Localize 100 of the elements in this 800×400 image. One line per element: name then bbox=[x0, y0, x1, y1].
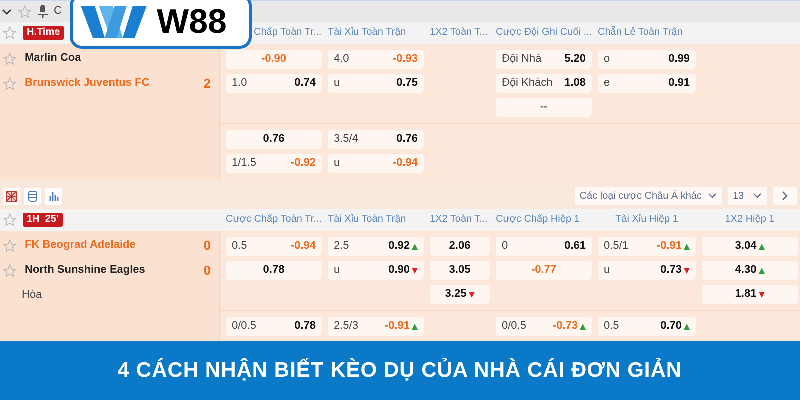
odds-value: 0.76 bbox=[263, 132, 285, 148]
handicap-line: e bbox=[604, 76, 610, 92]
odds-cell[interactable]: 1.81 bbox=[702, 285, 798, 304]
odds-cell[interactable]: Đội Nhà 5.20 bbox=[496, 50, 592, 69]
star-icon[interactable] bbox=[3, 213, 17, 227]
handicap-line: 0.5 bbox=[604, 319, 620, 334]
column-header: Tài Xỉu Hiệp 1 bbox=[614, 213, 680, 227]
logo-text: W88 bbox=[157, 4, 227, 38]
team-name: FK Beograd Adelaide bbox=[25, 238, 137, 254]
handicap-line: 2.5/3 bbox=[334, 319, 358, 334]
column-header: Chấp Toàn Tr... bbox=[253, 26, 322, 40]
odds-value: 0.99 bbox=[668, 52, 690, 68]
count-dropdown[interactable]: 13 bbox=[728, 187, 767, 205]
odds-value: 3.25 bbox=[445, 287, 467, 302]
next-button[interactable] bbox=[773, 187, 797, 205]
handicap-line: o bbox=[604, 52, 610, 68]
odds-cell[interactable]: 0.5/1 -0.91 bbox=[598, 237, 696, 256]
odds-value: -0.93 bbox=[392, 52, 418, 68]
column-header: 1X2 Toàn T... bbox=[430, 213, 490, 227]
list-view-icon[interactable] bbox=[24, 188, 41, 204]
odds-value: -- bbox=[540, 100, 548, 116]
odds-value: 0.70 bbox=[660, 319, 682, 334]
team-name: Marlin Coa bbox=[25, 51, 82, 66]
odds-value: 0.61 bbox=[564, 239, 586, 254]
column-header: Tài Xỉu Toàn Trận bbox=[328, 213, 408, 227]
star-icon[interactable] bbox=[3, 238, 17, 252]
odds-value: -0.73 bbox=[552, 319, 578, 334]
handicap-line: 0/0.5 bbox=[232, 319, 256, 334]
column-header: Cược Đội Ghi Cuối ... bbox=[496, 26, 592, 40]
odds-value: 4.30 bbox=[735, 263, 757, 278]
odds-value: 0.92 bbox=[388, 239, 410, 254]
handicap-line: 0/0.5 bbox=[502, 319, 526, 334]
odds-value: 0.75 bbox=[396, 76, 418, 92]
odds-cell[interactable]: u 0.73 bbox=[598, 261, 696, 280]
chevron-down-icon bbox=[708, 193, 717, 199]
odds-cell[interactable]: Đội Khách 1.08 bbox=[496, 74, 592, 93]
odds-cell[interactable]: 0/0.5 -0.73 bbox=[496, 317, 592, 336]
odds-value: -0.91 bbox=[656, 239, 682, 254]
odds-cell[interactable]: 4.0 -0.93 bbox=[328, 50, 424, 69]
team-score: 0 bbox=[204, 262, 211, 280]
odds-cell[interactable]: 2.06 bbox=[430, 237, 490, 256]
column-header: Tài Xỉu Toàn Trận bbox=[328, 26, 408, 40]
star-icon[interactable] bbox=[3, 264, 17, 278]
match-time-badge: H.Time bbox=[23, 26, 64, 40]
odds-cell[interactable]: o 0.99 bbox=[598, 50, 696, 69]
odds-cell[interactable]: u 0.75 bbox=[328, 74, 424, 93]
grid-view-icon[interactable] bbox=[3, 188, 20, 204]
odds-cell[interactable]: 3.05 bbox=[430, 261, 490, 280]
odds-cell[interactable]: u 0.90 bbox=[328, 261, 424, 280]
bet-type-dropdown[interactable]: Các loại cược Châu Á khác bbox=[574, 187, 722, 205]
column-header: 1X2 Toàn T... bbox=[430, 26, 490, 40]
odds-cell[interactable]: 0/0.5 0.78 bbox=[226, 317, 322, 336]
odds-value: 3.04 bbox=[735, 239, 757, 254]
handicap-line: 0.5 bbox=[232, 239, 248, 254]
star-icon[interactable] bbox=[3, 52, 17, 66]
odds-cell[interactable]: 0.78 bbox=[226, 261, 322, 280]
odds-value: 0.90 bbox=[388, 263, 410, 278]
odds-value: 0.78 bbox=[263, 263, 285, 278]
bar-chart-icon[interactable] bbox=[45, 188, 62, 204]
pin-icon[interactable] bbox=[38, 5, 48, 18]
odds-value: -0.92 bbox=[290, 156, 316, 172]
team-score: 2 bbox=[204, 74, 211, 93]
odds-value: -0.90 bbox=[261, 52, 287, 68]
odds-cell[interactable]: e 0.91 bbox=[598, 74, 696, 93]
odds-value: 1.08 bbox=[564, 76, 586, 92]
odds-value: -0.77 bbox=[531, 263, 557, 278]
column-header: Chẵn Lẻ Toàn Trận bbox=[598, 26, 684, 40]
odds-value: 0.78 bbox=[294, 319, 316, 334]
odds-cell[interactable]: 0.5 -0.94 bbox=[226, 237, 322, 256]
odds-cell[interactable]: 2.5/3 -0.91 bbox=[328, 317, 424, 336]
odds-value: 1.81 bbox=[735, 287, 757, 302]
team-name: North Sunshine Eagles bbox=[25, 263, 146, 278]
odds-cell[interactable]: 1.0 0.74 bbox=[226, 74, 322, 93]
team-name: Brunswick Juventus FC bbox=[25, 76, 151, 92]
handicap-line: u bbox=[334, 76, 340, 92]
handicap-line: u bbox=[334, 263, 340, 278]
team-score: 0 bbox=[204, 236, 211, 255]
odds-cell[interactable]: 3.25 bbox=[430, 285, 490, 304]
odds-cell[interactable]: 4.30 bbox=[702, 261, 798, 280]
odds-cell[interactable]: 3.5/4 0.76 bbox=[328, 130, 424, 149]
handicap-line: 1/1.5 bbox=[232, 156, 256, 172]
odds-value: 5.20 bbox=[564, 52, 586, 68]
handicap-line: 0.5/1 bbox=[604, 239, 628, 254]
banner-title: 4 CÁCH NHẬN BIẾT KÈO DỤ CỦA NHÀ CÁI ĐƠN GIẢN bbox=[118, 357, 682, 384]
handicap-line: 2.5 bbox=[334, 239, 350, 254]
odds-cell[interactable]: u -0.94 bbox=[328, 154, 424, 173]
star-icon[interactable] bbox=[3, 26, 17, 40]
odds-cell[interactable]: 0 0.61 bbox=[496, 237, 592, 256]
odds-cell[interactable]: 0.5 0.70 bbox=[598, 317, 696, 336]
chevron-down-icon[interactable] bbox=[2, 8, 12, 16]
odds-cell[interactable]: 3.04 bbox=[702, 237, 798, 256]
star-icon[interactable] bbox=[18, 4, 32, 18]
odds-value: -0.94 bbox=[290, 239, 316, 254]
odds-value: 2.06 bbox=[449, 239, 471, 254]
odds-cell[interactable]: 1/1.5 -0.92 bbox=[226, 154, 322, 173]
star-icon[interactable] bbox=[3, 76, 17, 90]
column-header: Cược Chấp Hiệp 1 bbox=[496, 213, 581, 227]
odds-cell[interactable]: 2.5 0.92 bbox=[328, 237, 424, 256]
odds-value: 0.73 bbox=[660, 263, 682, 278]
odds-cell[interactable]: 0.76 bbox=[226, 130, 322, 149]
